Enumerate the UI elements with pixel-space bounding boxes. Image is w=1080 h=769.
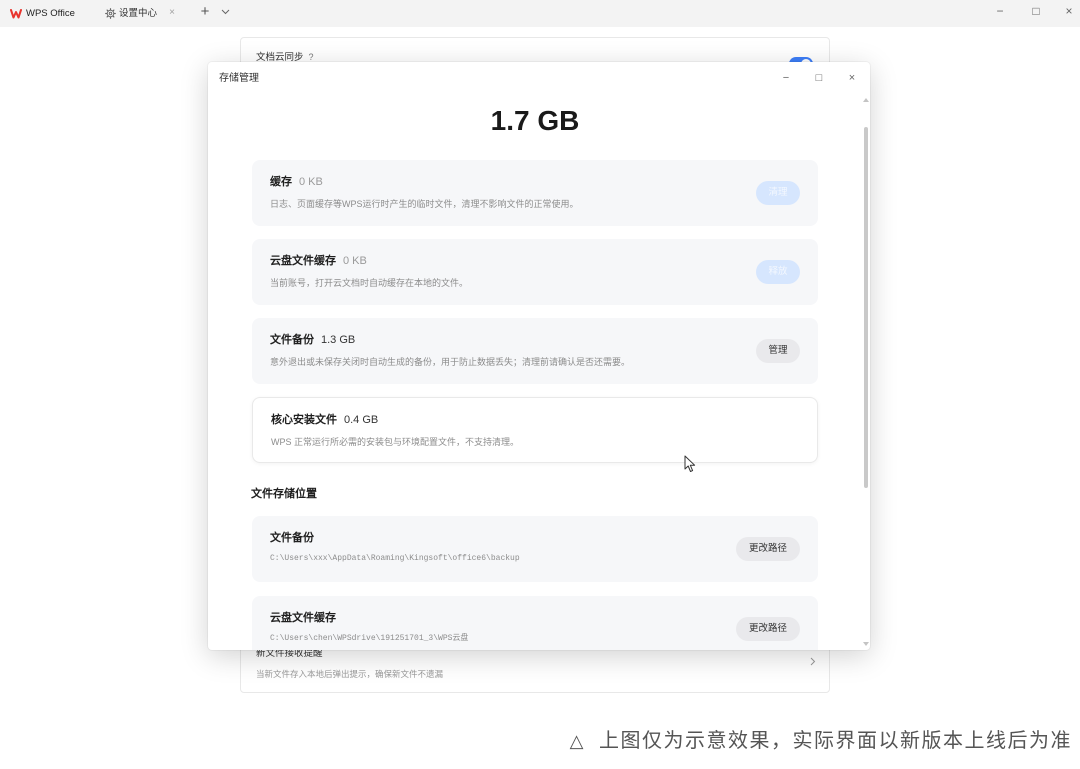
storage-item-size: 0 KB <box>343 255 367 267</box>
change-path-button[interactable]: 更改路径 <box>736 617 800 641</box>
storage-item-cache: 缓存 0 KB 日志、页面缓存等WPS运行时产生的临时文件，清理不影响文件的正常使… <box>252 160 818 226</box>
storage-item-title: 核心安装文件 0.4 GB <box>271 412 378 428</box>
storage-item-title: 文件备份 1.3 GB <box>270 332 355 348</box>
caption-text: 上图仅为示意效果，实际界面以新版本上线后为准 <box>599 730 1072 752</box>
window-minimize-button[interactable]: − <box>985 0 1015 25</box>
tab-label: 设置中心 <box>119 8 158 19</box>
total-storage-size: 1.7 GB <box>490 105 580 136</box>
location-item-path: C:\Users\chen\WPSdrive\191251701_3\WPS云盘 <box>270 634 469 643</box>
dialog-title: 存储管理 <box>219 73 259 84</box>
app-tab-wps[interactable]: WPS Office <box>0 0 92 27</box>
storage-item-desc: WPS 正常运行所必需的安装包与环境配置文件，不支持清理。 <box>271 437 520 447</box>
storage-item-name: 云盘文件缓存 <box>270 255 336 267</box>
release-cloud-cache-button[interactable]: 释放 <box>756 260 800 284</box>
scrollbar-thumb[interactable] <box>864 127 868 488</box>
wps-logo-icon <box>10 9 22 19</box>
dialog-close-button[interactable]: × <box>842 68 862 88</box>
storage-dialog: 存储管理 − □ × 1.7 GB 缓存 0 KB 日志、页面缓存等WPS运行时产… <box>208 62 870 650</box>
location-item-name: 云盘文件缓存 <box>270 612 336 624</box>
mouse-cursor-icon <box>684 455 696 472</box>
gear-icon <box>105 8 116 19</box>
storage-item-size: 0.4 GB <box>344 414 379 426</box>
location-item-name: 文件备份 <box>270 532 314 544</box>
storage-item-title: 缓存 0 KB <box>270 174 323 190</box>
screen: WPS Office 设置中心 × + − □ × 文档云同步 ? 新文件接收提… <box>0 0 1080 769</box>
triangle-icon: △ <box>569 731 585 752</box>
new-file-notify-desc: 当新文件存入本地后弹出提示，确保新文件不遗漏 <box>256 669 444 679</box>
storage-item-size: 0 KB <box>299 176 323 188</box>
location-item-path: C:\Users\xxx\AppData\Roaming\Kingsoft\of… <box>270 554 520 563</box>
title-bar: WPS Office 设置中心 × + − □ × <box>0 0 1080 27</box>
caption: △ 上图仅为示意效果，实际界面以新版本上线后为准 <box>570 729 1072 754</box>
storage-item-desc: 意外退出或未保存关闭时自动生成的备份，用于防止数据丢失；清理前请确认是否还需要。 <box>270 357 631 367</box>
clean-cache-button[interactable]: 清理 <box>756 181 800 205</box>
app-name: WPS Office <box>26 8 75 19</box>
storage-item-title: 云盘文件缓存 0 KB <box>270 253 367 269</box>
storage-item-desc: 日志、页面缓存等WPS运行时产生的临时文件，清理不影响文件的正常使用。 <box>270 199 579 209</box>
storage-item-name: 核心安装文件 <box>271 414 337 426</box>
dialog-minimize-button[interactable]: − <box>776 68 796 88</box>
storage-item-file-backup: 文件备份 1.3 GB 意外退出或未保存关闭时自动生成的备份，用于防止数据丢失；清… <box>252 318 818 384</box>
location-item-cloud-cache: 云盘文件缓存 C:\Users\chen\WPSdrive\191251701_… <box>252 596 818 650</box>
location-item-file-backup: 文件备份 C:\Users\xxx\AppData\Roaming\Kingso… <box>252 516 818 582</box>
location-item-title: 文件备份 <box>270 530 314 546</box>
window-maximize-button[interactable]: □ <box>1021 0 1051 25</box>
storage-item-name: 文件备份 <box>270 334 314 346</box>
window-close-button[interactable]: × <box>1054 0 1080 25</box>
scroll-up-icon[interactable] <box>863 98 869 102</box>
storage-location-section-title: 文件存储位置 <box>251 488 317 500</box>
storage-item-name: 缓存 <box>270 176 292 188</box>
storage-item-core-install: 核心安装文件 0.4 GB WPS 正常运行所必需的安装包与环境配置文件，不支持清… <box>252 397 818 463</box>
tab-close-button[interactable]: × <box>167 6 177 20</box>
location-item-title: 云盘文件缓存 <box>270 610 336 626</box>
scroll-down-icon[interactable] <box>863 642 869 646</box>
new-tab-button[interactable]: + <box>199 3 211 21</box>
change-path-button[interactable]: 更改路径 <box>736 537 800 561</box>
storage-item-desc: 当前账号，打开云文档时自动缓存在本地的文件。 <box>270 278 469 288</box>
chevron-right-icon[interactable] <box>810 657 816 666</box>
chevron-down-icon[interactable] <box>221 9 230 15</box>
manage-backup-button[interactable]: 管理 <box>756 339 800 363</box>
storage-item-size: 1.3 GB <box>321 334 356 346</box>
tab-settings-center[interactable]: 设置中心 × <box>98 0 190 27</box>
storage-item-cloud-cache: 云盘文件缓存 0 KB 当前账号，打开云文档时自动缓存在本地的文件。 释放 <box>252 239 818 305</box>
dialog-maximize-button[interactable]: □ <box>809 68 829 88</box>
